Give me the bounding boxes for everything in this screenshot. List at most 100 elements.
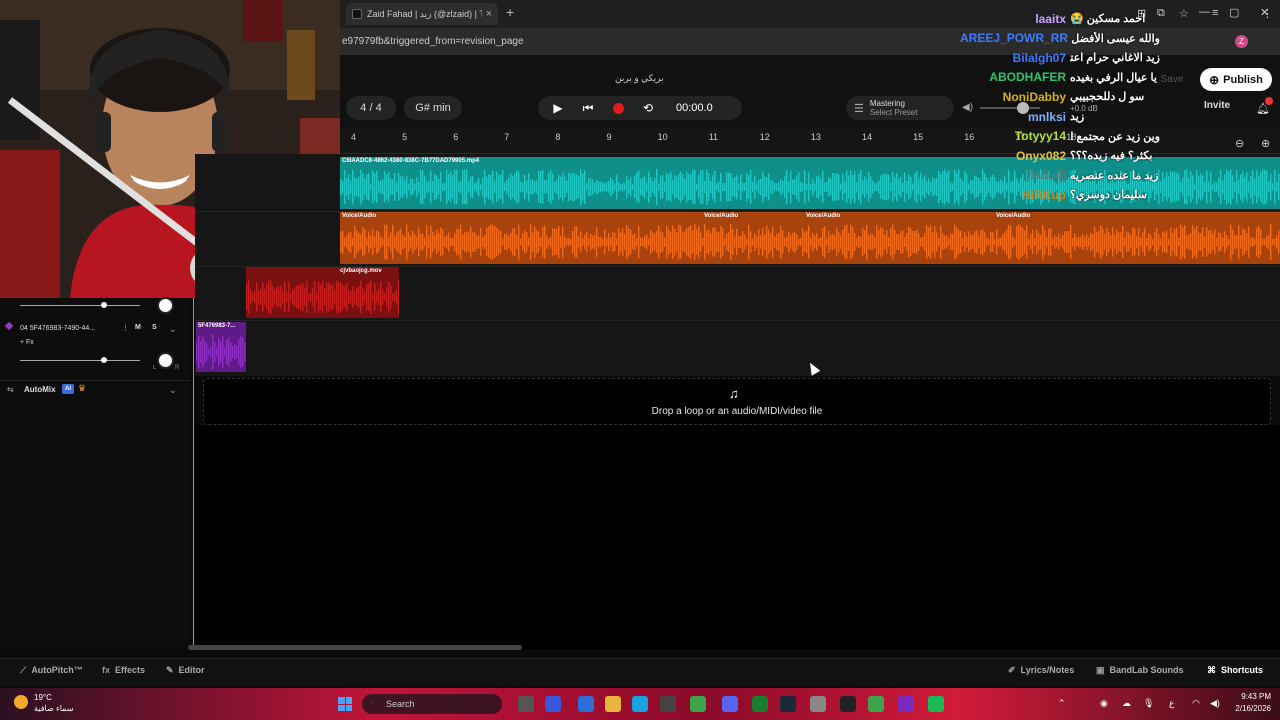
effects-button[interactable]: fx Effects [102,665,145,675]
steam-icon[interactable] [780,696,796,712]
volume-slider-track[interactable] [20,305,140,306]
chevron-down-icon[interactable]: ⌄ [169,324,177,335]
empty-workspace [195,425,1280,650]
lyrics-notes-button[interactable]: ✐ Lyrics/Notes [1008,665,1074,676]
chrome-icon[interactable] [690,696,706,712]
bookmark-star-icon[interactable]: ☆ [1179,7,1189,20]
obs-icon[interactable] [840,696,856,712]
shortcuts-button[interactable]: ⌘ Shortcuts [1207,665,1263,676]
pan-left-label: L [153,365,157,371]
editor-button[interactable]: ✎ Editor [166,665,205,676]
task-view-icon[interactable] [518,696,534,712]
tray-icon[interactable]: ☁ [1122,698,1131,709]
app-icon[interactable] [898,696,914,712]
orange-voice-clip[interactable]: Voice/Audio Voice/Audio Voice/Audio Voic… [340,212,1280,264]
time-signature[interactable]: 4 / 4 [346,96,396,120]
bandlab-sounds-button[interactable]: ▣ BandLab Sounds [1096,665,1184,676]
language-indicator[interactable]: ع [1169,698,1174,709]
track-menu-icon[interactable]: ⋮ [122,324,129,332]
microphone-icon[interactable]: 🎙︎ [1143,698,1154,709]
add-fx-button[interactable]: + Fx [20,339,34,346]
loop-button[interactable]: ⟲ [638,98,658,118]
chat-text: يا عيال الرفي بغيده [1070,71,1157,84]
weather-sun-icon[interactable] [14,695,28,709]
taskbar-search[interactable]: Search [362,694,502,714]
chat-text: والله عيسى الأفضل [1072,32,1160,45]
mastering-button[interactable]: ☰ Mastering Select Preset [846,96,954,120]
ruler-tick-label: 4 [351,132,357,142]
app-icon[interactable] [578,696,594,712]
chat-message: Totyyy14 وين زيد عن مجتمع الزيززززززز [960,127,1160,146]
chat-username: AREEJ_POWR_RR [960,31,1069,46]
weather-temperature[interactable]: 19°C [34,693,52,702]
chat-text: سليمان دوسري؟ [1070,189,1147,202]
mute-button[interactable]: M [135,324,141,331]
wifi-icon[interactable]: ◠ [1192,698,1200,709]
volume-slider-knob[interactable] [101,302,107,308]
weather-condition[interactable]: سماء صافية [34,704,74,713]
clock-date[interactable]: 2/16/2026 [1227,704,1271,713]
tab-title: Zaid Fahad | زيد (@zlzaid) | TikT [367,8,482,19]
play-button[interactable]: ▶ [548,98,568,118]
record-button[interactable] [608,98,628,118]
clip-label: C6IAADC8-4862-4380-838C-7B77DAD79905.mp4 [342,158,480,164]
app-icon[interactable] [660,696,676,712]
add-music-icon: ♫ [729,386,739,401]
chevron-down-icon[interactable]: ⌄ [169,385,177,396]
browser-menu-icon[interactable]: ⋮ [1262,7,1273,20]
solo-button[interactable]: S [152,324,157,331]
discord-icon[interactable] [722,696,738,712]
url-text[interactable]: e97979fb&triggered_from=revision_page [342,36,524,47]
chat-text: زيد الاغاني حرام اعتزل [1070,52,1160,65]
horizontal-scrollbar[interactable] [188,645,522,650]
tab-close-icon[interactable]: × [486,8,492,20]
minimize-icon[interactable]: — [1199,6,1210,18]
red-video-clip[interactable]: cjvbaojcg.mov [246,267,399,318]
chat-text: سو ل دللحجبيبي [1070,91,1145,104]
settings-icon[interactable] [810,696,826,712]
song-title[interactable]: بريكي و بربن [615,73,664,84]
new-tab-button[interactable]: + [506,4,514,20]
volume-slider-track[interactable] [20,360,140,361]
track-name[interactable]: 04 5F476983-7490-44... [20,325,95,332]
xbox-icon[interactable] [752,696,768,712]
browser-tab[interactable]: Zaid Fahad | زيد (@zlzaid) | TikT × [346,3,498,25]
purple-audio-clip[interactable]: 5F476983-7... [196,322,246,372]
mastering-preset: Select Preset [869,108,918,117]
playhead[interactable] [193,298,194,650]
invite-button[interactable]: Invite [1204,100,1240,116]
pan-knob[interactable] [157,297,174,314]
reading-list-icon[interactable]: ≡ [1212,7,1218,19]
clip-label: Voice/Audio [704,213,739,219]
key-selector[interactable]: G# min [404,96,462,120]
zoom-out-icon[interactable]: ⊖ [1235,137,1244,150]
ruler-tick-label: 15 [913,132,924,142]
globe-icon: ⊕ [1209,72,1220,87]
chat-username: laaitx [1035,11,1066,26]
edge-icon[interactable] [632,696,648,712]
pan-knob[interactable] [157,352,174,369]
autopitch-button[interactable]: ⟋ AutoPitch™ [20,665,83,676]
tray-icon[interactable]: ◉ [1100,698,1108,709]
clip-waveform [246,279,399,315]
ruler-tick-label: 14 [862,132,873,142]
windows-start-icon[interactable] [338,697,352,711]
clip-waveform [196,334,246,370]
volume-icon[interactable]: ◀) [1210,698,1220,709]
rewind-button[interactable]: ⏮ [578,98,598,118]
zoom-in-icon[interactable]: ⊕ [1261,137,1270,150]
tray-chevron-icon[interactable]: ⌃ [1058,698,1066,709]
publish-label: Publish [1223,73,1263,86]
chat-message: Bilalgh07 زيد الاغاني حرام اعتزل [960,48,1160,67]
volume-slider-knob[interactable] [101,357,107,363]
file-explorer-icon[interactable] [605,696,621,712]
drop-zone-text: Drop a loop or an audio/MIDI/video file [651,406,823,417]
chrome-icon[interactable] [868,696,884,712]
maximize-icon[interactable]: ▢ [1229,6,1239,19]
crown-icon: ♛ [78,383,87,393]
app-icon[interactable] [928,696,944,712]
clock-time[interactable]: 9:43 PM [1227,692,1271,701]
publish-button[interactable]: ⊕ Publish [1200,68,1272,91]
app-icon[interactable] [545,696,561,712]
profile-avatar[interactable]: Z [1235,35,1248,48]
